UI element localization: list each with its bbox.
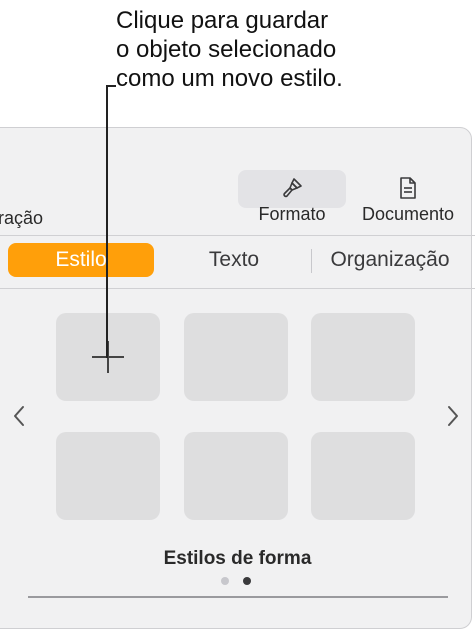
callout-line-1: Clique para guardar — [116, 7, 329, 34]
callout-text: Clique para guardar o objeto selecionado… — [116, 6, 446, 93]
toolbar-divider — [0, 235, 475, 236]
callout-line-2: o objeto selecionado — [116, 36, 337, 63]
callout-leader-tick — [106, 85, 116, 87]
format-button-label: Formato — [258, 204, 326, 224]
format-button[interactable]: Formato — [238, 174, 346, 225]
tab-organizacao[interactable]: Organização — [318, 243, 462, 277]
document-icon — [350, 174, 466, 204]
callout-leader-line — [106, 86, 108, 358]
document-button-label: Documento — [361, 204, 455, 224]
toolbar-item-cut[interactable]: ração — [0, 208, 43, 229]
plus-icon — [90, 339, 126, 380]
style-tile[interactable] — [56, 432, 160, 520]
style-tile[interactable] — [311, 432, 415, 520]
style-tile[interactable] — [311, 313, 415, 401]
chevron-left-icon[interactable] — [12, 405, 26, 431]
tab-texto[interactable]: Texto — [160, 243, 308, 277]
callout-line-3: como um novo estilo. — [116, 65, 343, 92]
page-dot-1[interactable] — [221, 577, 229, 585]
style-tile[interactable] — [184, 313, 288, 401]
styles-caption: Estilos de forma — [163, 548, 312, 569]
style-tile[interactable] — [184, 432, 288, 520]
tab-bar: Estilo Texto Organização — [0, 243, 475, 281]
page-dot-2[interactable] — [243, 577, 251, 585]
paintbrush-icon — [238, 174, 346, 204]
tab-estilo[interactable]: Estilo — [8, 243, 154, 277]
document-button[interactable]: Documento — [350, 174, 466, 225]
toolbar-item-cut-label: ração — [0, 208, 44, 228]
chevron-right-icon[interactable] — [446, 405, 460, 431]
bottom-divider — [28, 596, 448, 598]
add-style-button[interactable] — [56, 313, 160, 401]
tab-separator — [311, 249, 312, 273]
tabs-divider — [0, 288, 475, 289]
